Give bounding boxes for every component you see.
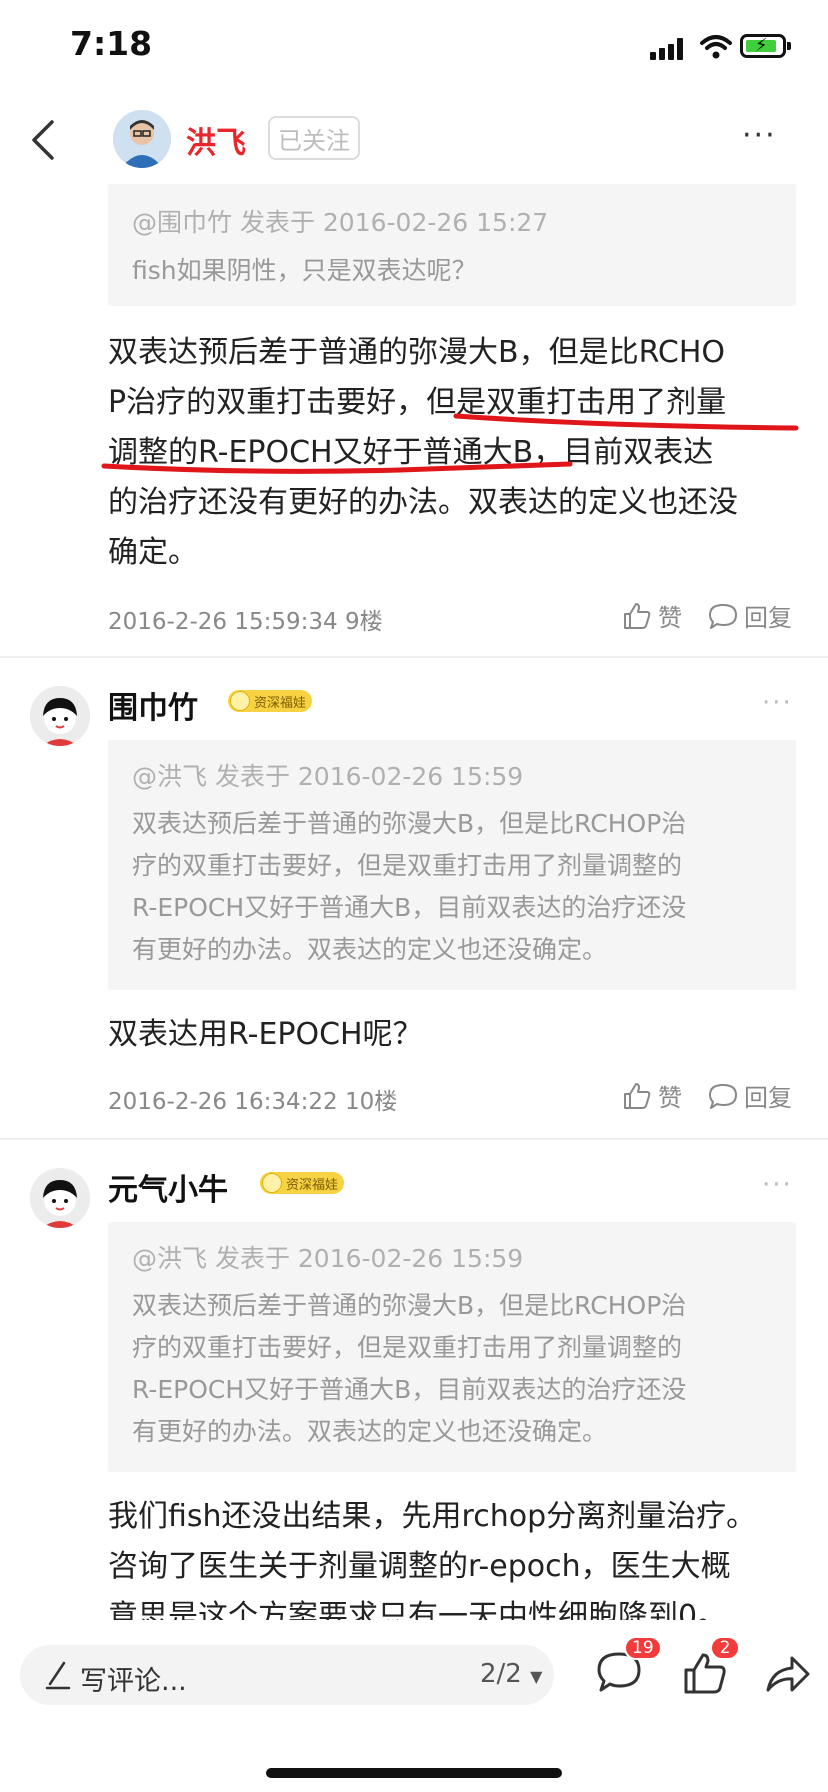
thumbs-up-icon (624, 602, 651, 629)
quote-line: R-EPOCH又好于普通大B，目前双表达的治疗还没 (132, 893, 687, 922)
author-name[interactable]: 洪飞 (186, 118, 246, 162)
post-quote-header: @围巾竹 发表于 2016-02-26 15:27 (132, 208, 549, 237)
post-quote-text: fish如果阴性，只是双表达呢？ (132, 256, 477, 285)
back-arrow-icon[interactable] (30, 118, 56, 162)
quote-line: 有更好的办法。双表达的定义也还没确定。 (132, 935, 608, 964)
speech-bubble-icon (709, 1083, 737, 1109)
quote-line: 有更好的办法。双表达的定义也还没确定。 (132, 1417, 608, 1446)
quote-line: R-EPOCH又好于普通大B，目前双表达的治疗还没 (132, 1375, 687, 1404)
comment-quote-header: @洪飞 发表于 2016-02-26 15:59 (132, 762, 524, 791)
quote-line: 疗的双重打击要好，但是双重打击用了剂量调整的 (132, 1333, 683, 1362)
comment-quote-text: 双表达预后差于普通的弥漫大B，但是比RCHOP治 疗的双重打击要好，但是双重打击… (132, 803, 686, 971)
comment-more-button[interactable]: ··· (762, 688, 793, 718)
post-line: 双表达预后差于普通的弥漫大B，但是比RCHO (108, 335, 726, 370)
like-label: 赞 (658, 604, 682, 632)
reply-button[interactable]: 回复 (708, 1078, 792, 1113)
pencil-icon (45, 1661, 71, 1690)
comment-count-badge: 19 (624, 1636, 662, 1660)
like-label: 赞 (658, 1084, 682, 1112)
share-icon[interactable] (764, 1652, 812, 1696)
author-avatar[interactable] (113, 110, 171, 168)
reply-label: 回复 (744, 604, 792, 632)
caret-down-icon: ▼ (530, 1667, 543, 1686)
commenter-name[interactable]: 围巾竹 (108, 683, 198, 727)
speech-bubble-icon (709, 603, 737, 629)
comment-quote-text: 双表达预后差于普通的弥漫大B，但是比RCHOP治 疗的双重打击要好，但是双重打击… (132, 1285, 686, 1453)
post-line: 确定。 (108, 535, 198, 570)
reply-button[interactable]: 回复 (708, 598, 792, 633)
post-timestamp: 2016-2-26 15:59:34 9楼 (108, 609, 383, 635)
comment-line: 我们fish还没出结果，先用rchop分离剂量治疗。 (108, 1499, 757, 1534)
quote-line: 双表达预后差于普通的弥漫大B，但是比RCHOP治 (132, 809, 687, 838)
like-count-badge: 2 (710, 1636, 740, 1660)
home-indicator (266, 1768, 562, 1778)
coin-icon (262, 1173, 282, 1193)
commenter-name[interactable]: 元气小牛 (108, 1165, 228, 1209)
red-underline-annotation (101, 413, 799, 474)
badge-label: 资深福娃 (286, 1177, 339, 1193)
comment-quote-header: @洪飞 发表于 2016-02-26 15:59 (132, 1244, 524, 1273)
comment-more-button[interactable]: ··· (762, 1170, 793, 1200)
commenter-avatar[interactable] (30, 686, 90, 746)
coin-icon (230, 691, 250, 711)
badge-label: 资深福娃 (254, 695, 307, 711)
comment-timestamp: 2016-2-26 16:34:22 10楼 (108, 1089, 398, 1115)
comment-line: 双表达用R-EPOCH呢？ (108, 1017, 423, 1052)
divider (0, 1138, 828, 1140)
quote-line: 疗的双重打击要好，但是双重打击用了剂量调整的 (132, 851, 683, 880)
status-time: 7:18 (70, 24, 153, 63)
battery-icon: ⚡ (740, 34, 791, 58)
comment-body: 双表达用R-EPOCH呢？ (108, 1010, 423, 1060)
cellular-signal-icon (650, 38, 686, 60)
comment-line: 咨询了医生关于剂量调整的r-epoch，医生大概 (108, 1549, 731, 1584)
page-selector[interactable]: 2/2 ▼ (480, 1659, 542, 1689)
thumbs-up-icon (624, 1082, 651, 1109)
commenter-avatar[interactable] (30, 1168, 90, 1228)
comment-input-placeholder[interactable]: 写评论... (80, 1659, 187, 1698)
more-options-button[interactable]: ··· (742, 118, 777, 153)
wifi-icon (700, 35, 732, 59)
user-level-badge: 资深福娃 (260, 1172, 345, 1194)
like-button[interactable]: 赞 (622, 1078, 682, 1113)
like-button[interactable]: 赞 (622, 598, 682, 633)
quote-line: 双表达预后差于普通的弥漫大B，但是比RCHOP治 (132, 1291, 687, 1320)
divider (0, 656, 828, 658)
reply-label: 回复 (744, 1084, 792, 1112)
follow-button[interactable]: 已关注 (268, 116, 360, 160)
page-indicator-label: 2/2 (480, 1659, 522, 1689)
post-line: 的治疗还没有更好的办法。双表达的定义也还没 (108, 485, 738, 520)
user-level-badge: 资深福娃 (228, 690, 313, 712)
